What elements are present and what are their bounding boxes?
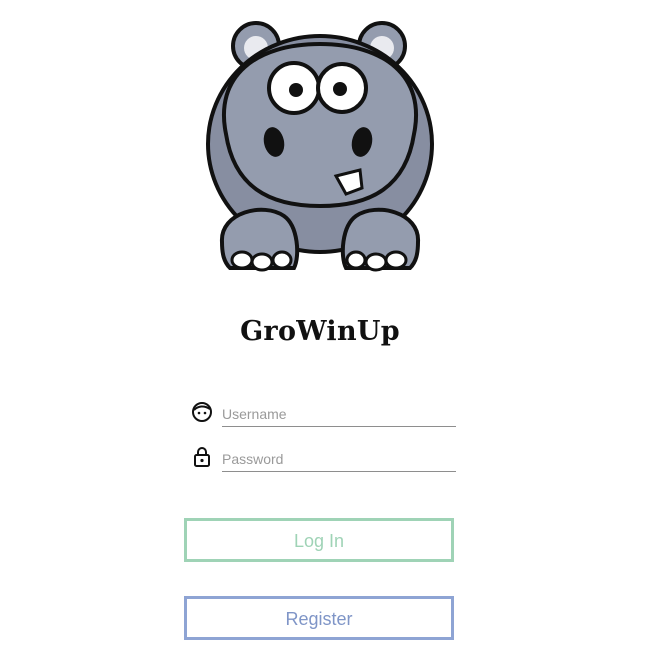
lock-icon: [190, 445, 214, 469]
password-input[interactable]: [222, 447, 456, 472]
user-face-icon: [190, 400, 214, 424]
username-field-row: [190, 398, 456, 428]
password-field-row: [190, 443, 456, 473]
register-button[interactable]: Register: [184, 596, 454, 640]
login-button[interactable]: Log In: [184, 518, 454, 562]
username-input[interactable]: [222, 402, 456, 427]
hippo-logo-icon: [204, 16, 436, 276]
app-title: GroWinUp: [240, 316, 400, 347]
